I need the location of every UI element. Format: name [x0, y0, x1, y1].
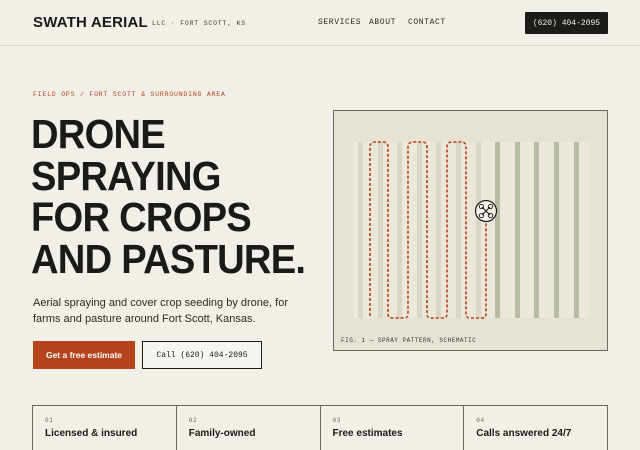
- call-button[interactable]: Call (620) 404-2095: [142, 341, 262, 369]
- headline-line-2: SPRAYING: [31, 152, 221, 199]
- site-header: SWATH AERIAL LLC · FORT SCOTT, KS SERVIC…: [0, 0, 640, 46]
- feature-strip: 01 Licensed & insured 02 Family-owned 03…: [32, 405, 608, 450]
- figure-caption: FIG. 1 — SPRAY PATTERN, SCHEMATIC: [341, 337, 477, 344]
- feature-label: Licensed & insured: [45, 428, 138, 439]
- headline-line-3: FOR CROPS: [31, 194, 252, 240]
- hero-eyebrow: FIELD OPS / FORT SCOTT & SURROUNDING ARE…: [33, 91, 226, 98]
- crop-row: [397, 142, 402, 318]
- drone-icon: [474, 199, 498, 223]
- crop-row: [436, 142, 441, 318]
- feature-item: 01 Licensed & insured: [33, 406, 177, 450]
- crop-row: [574, 142, 579, 318]
- feature-number: 03: [332, 417, 341, 424]
- nav-services[interactable]: SERVICES: [318, 18, 361, 27]
- crop-row: [358, 142, 363, 318]
- crop-row: [554, 142, 559, 318]
- crop-row: [495, 142, 500, 318]
- brand-logo[interactable]: SWATH AERIAL: [33, 14, 148, 31]
- feature-number: 02: [188, 417, 198, 424]
- crop-row: [534, 142, 539, 318]
- feature-item: 02 Family-owned: [177, 406, 321, 450]
- nav-contact[interactable]: CONTACT: [408, 18, 446, 27]
- feature-number: 01: [45, 417, 54, 424]
- feature-label: Free estimates: [332, 428, 403, 439]
- spray-pattern-figure: FIG. 1 — SPRAY PATTERN, SCHEMATIC: [333, 110, 608, 351]
- crop-row: [378, 142, 383, 318]
- spray-pattern-diagram: [353, 141, 589, 319]
- headline-line-4: AND PASTURE.: [31, 235, 306, 282]
- feature-label: Family-owned: [188, 428, 256, 439]
- brand-tagline: LLC · FORT SCOTT, KS: [152, 20, 247, 27]
- free-estimate-button[interactable]: Get a free estimate: [33, 341, 135, 369]
- feature-item: 03 Free estimates: [321, 406, 465, 450]
- feature-number: 04: [476, 417, 485, 424]
- feature-label: Calls answered 24/7: [476, 428, 572, 439]
- crop-row: [417, 142, 422, 318]
- crop-row: [456, 142, 461, 318]
- nav-about[interactable]: ABOUT: [369, 18, 396, 27]
- headline-line-1: DRONE: [31, 111, 166, 157]
- crop-row: [476, 142, 481, 318]
- hero-description: Aerial spraying and cover crop seeding b…: [33, 297, 288, 325]
- header-call-button[interactable]: (620) 404-2095: [525, 12, 608, 34]
- feature-item: 04 Calls answered 24/7: [464, 406, 607, 450]
- hero-headline: DRONE SPRAYING FOR CROPS AND PASTURE.: [31, 111, 331, 282]
- crop-row: [515, 142, 520, 318]
